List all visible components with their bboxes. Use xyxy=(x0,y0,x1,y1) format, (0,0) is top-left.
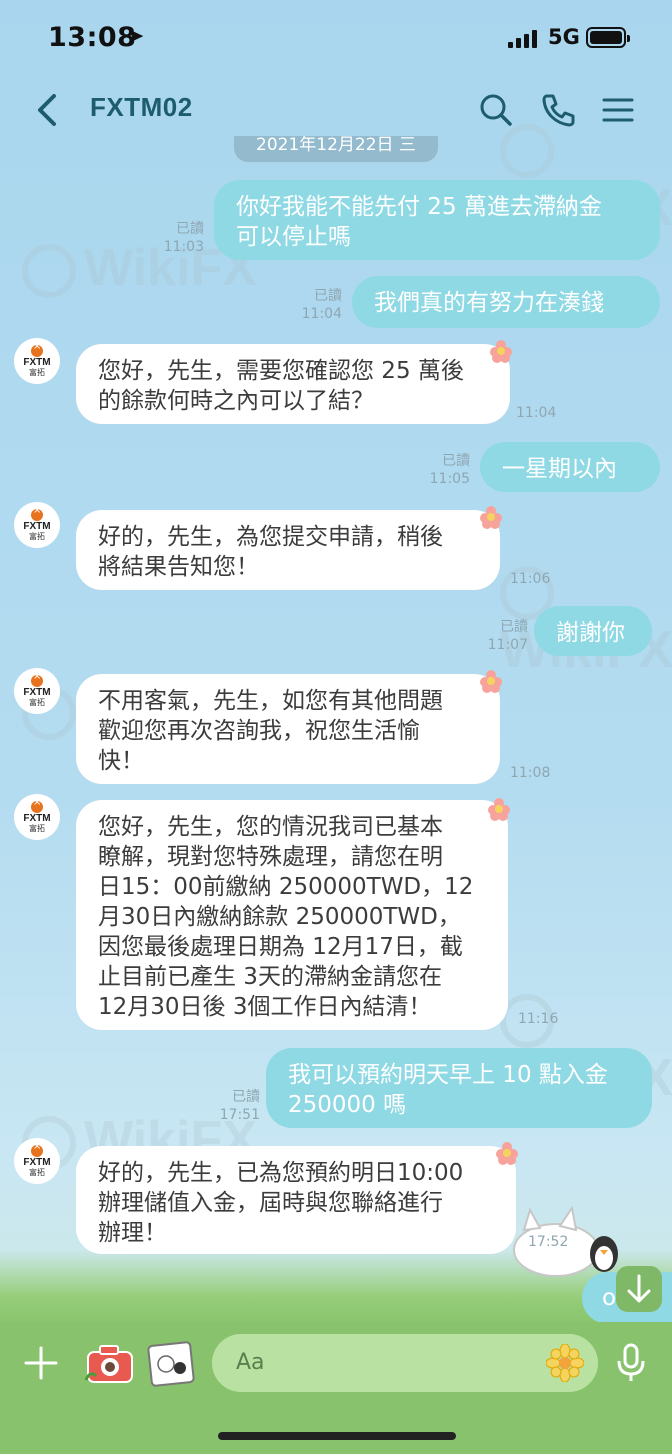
menu-icon[interactable] xyxy=(598,90,638,130)
message-bubble-incoming[interactable]: 您好，先生，需要您確認您 25 萬後 的餘款何時之內可以了結？ xyxy=(76,344,510,424)
read-status: 已讀 xyxy=(500,619,528,635)
message-time: 17:52 xyxy=(528,1234,569,1250)
message-time: 11:06 xyxy=(510,571,551,587)
location-arrow-icon: ➤ xyxy=(126,24,145,49)
message-bubble-outgoing[interactable]: 一星期以內 xyxy=(480,442,660,492)
message-time: 11:04 xyxy=(301,306,342,322)
message-bubble-outgoing[interactable]: 謝謝你 xyxy=(534,606,652,656)
message-bubble-outgoing[interactable]: 我們真的有努力在湊錢 xyxy=(352,276,660,328)
message-time: 11:03 xyxy=(163,239,204,255)
search-icon[interactable] xyxy=(476,90,516,130)
signal-icon xyxy=(508,30,538,48)
avatar[interactable]: FXTM 富拓 xyxy=(14,1138,60,1184)
emoji-flower-icon[interactable] xyxy=(546,1344,584,1382)
back-arrow-icon[interactable] xyxy=(32,90,66,130)
flower-decoration-icon xyxy=(480,506,502,529)
avatar[interactable]: FXTM 富拓 xyxy=(14,502,60,548)
arrow-down-icon[interactable] xyxy=(616,1266,662,1312)
sticker-icon[interactable] xyxy=(146,1340,196,1388)
message-bubble-incoming[interactable]: 好的，先生，為您提交申請，稍後 將結果告知您！ xyxy=(76,510,500,590)
chat-header: FXTM02 xyxy=(0,78,672,142)
message-time: 11:05 xyxy=(429,471,470,487)
avatar[interactable]: FXTM 富拓 xyxy=(14,668,60,714)
message-meta: 已讀 11:03 xyxy=(150,220,204,256)
message-time: 17:51 xyxy=(219,1107,260,1123)
message-time: 11:16 xyxy=(518,1011,559,1027)
fxtm-logo-icon xyxy=(31,671,43,687)
phone-icon[interactable] xyxy=(538,90,578,130)
message-bubble-outgoing[interactable]: 你好我能不能先付 25 萬進去滯納金 可以停止嗎 xyxy=(214,180,660,260)
message-meta: 已讀 11:04 xyxy=(288,287,342,323)
flower-decoration-icon xyxy=(488,798,510,821)
watermark-logo-icon xyxy=(22,244,76,299)
message-time: 11:08 xyxy=(510,765,551,781)
status-bar: 13:08 ➤ 5G xyxy=(0,0,672,76)
read-status: 已讀 xyxy=(442,453,470,469)
message-meta: 已讀 11:07 xyxy=(474,618,528,654)
date-separator: 2021年12月22日 三 xyxy=(234,136,438,162)
message-input[interactable]: Aa xyxy=(212,1334,598,1392)
network-type: 5G xyxy=(548,25,580,49)
message-bubble-incoming[interactable]: 好的，先生，已為您預約明日10:00 辦理儲值入金，屆時與您聯絡進行 辦理！ xyxy=(76,1146,516,1254)
read-status: 已讀 xyxy=(232,1089,260,1105)
message-bubble-outgoing[interactable]: 我可以預約明天早上 10 點入金 250000 嗎 xyxy=(266,1048,652,1128)
message-time: 11:07 xyxy=(487,637,528,653)
avatar[interactable]: FXTM 富拓 xyxy=(14,338,60,384)
camera-icon[interactable] xyxy=(84,1340,136,1386)
battery-icon xyxy=(586,27,630,48)
read-status: 已讀 xyxy=(176,221,204,237)
fxtm-logo-icon xyxy=(31,341,43,357)
flower-decoration-icon xyxy=(496,1142,518,1165)
fxtm-logo-icon xyxy=(31,1141,43,1157)
plus-icon[interactable] xyxy=(22,1344,60,1382)
message-bubble-incoming[interactable]: 不用客氣，先生，如您有其他問題 歡迎您再次咨詢我，祝您生活愉 快！ xyxy=(76,674,500,784)
flower-decoration-icon xyxy=(480,670,502,693)
message-meta: 已讀 11:05 xyxy=(416,452,470,488)
fxtm-logo-icon xyxy=(31,505,43,521)
read-status: 已讀 xyxy=(314,288,342,304)
status-time: 13:08 xyxy=(48,22,137,53)
message-time: 11:04 xyxy=(516,405,557,421)
fxtm-logo-icon xyxy=(31,797,43,813)
message-bubble-incoming[interactable]: 您好，先生，您的情況我司已基本 瞭解，現對您特殊處理，請您在明 日15：00前繳… xyxy=(76,800,508,1030)
home-indicator xyxy=(218,1432,456,1440)
message-input-placeholder: Aa xyxy=(236,1350,265,1375)
chat-title[interactable]: FXTM02 xyxy=(90,92,193,123)
flower-decoration-icon xyxy=(490,340,512,363)
avatar[interactable]: FXTM 富拓 xyxy=(14,794,60,840)
message-meta: 已讀 17:51 xyxy=(206,1088,260,1124)
microphone-icon[interactable] xyxy=(614,1342,648,1384)
